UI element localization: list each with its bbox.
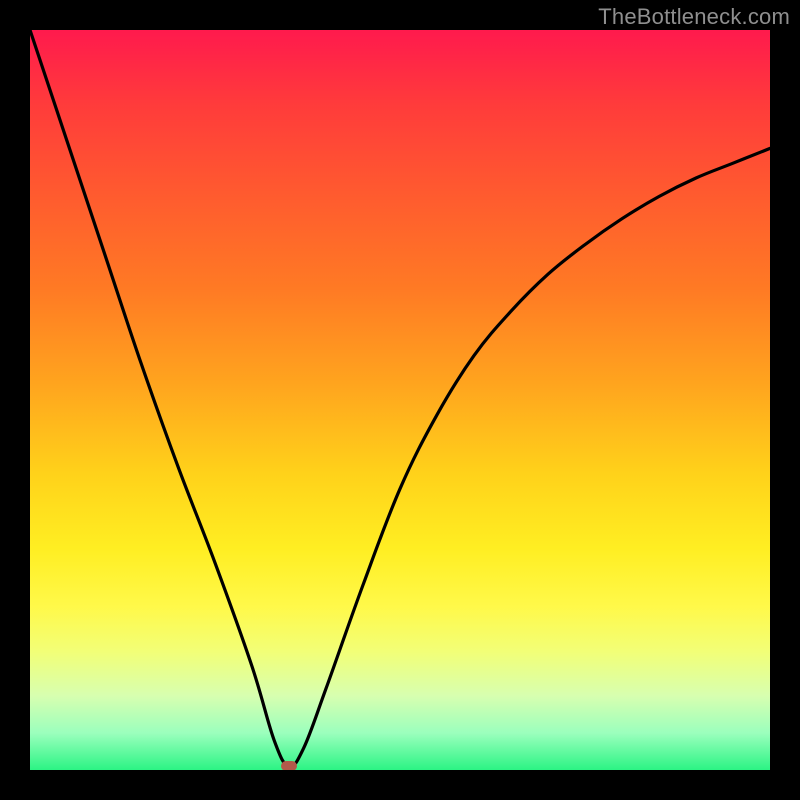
bottleneck-curve (30, 30, 770, 766)
curve-svg (30, 30, 770, 770)
chart-frame: TheBottleneck.com (0, 0, 800, 800)
optimal-point-marker (281, 761, 297, 770)
watermark-text: TheBottleneck.com (598, 4, 790, 30)
plot-area (30, 30, 770, 770)
